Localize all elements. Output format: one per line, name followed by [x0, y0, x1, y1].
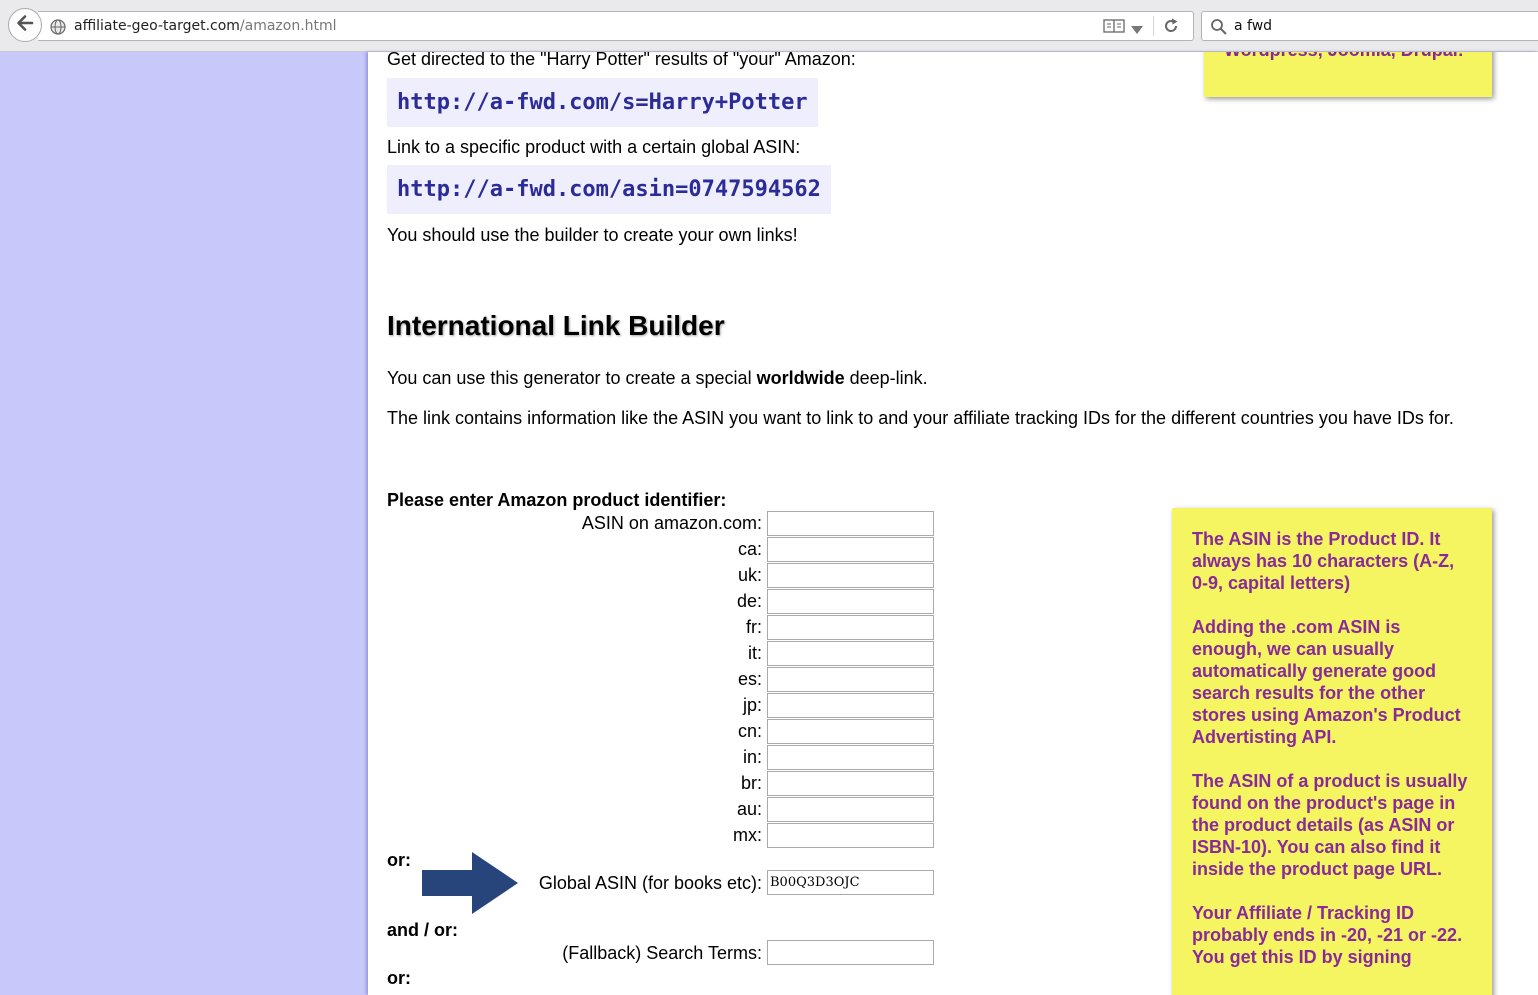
note-paragraph: The ASIN is the Product ID. It always ha…: [1192, 529, 1455, 593]
asin-field-input[interactable]: [767, 589, 934, 614]
global-asin-input[interactable]: [767, 870, 934, 895]
note-cms-text: Wordpress, Joomla, Drupal!: [1224, 52, 1464, 61]
asin-field-label: jp:: [742, 695, 762, 715]
arrow-right-icon: [422, 852, 518, 919]
builder-description: You can use this generator to create a s…: [387, 368, 928, 389]
or-label: or:: [387, 850, 411, 870]
asin-field-label: cn:: [737, 721, 762, 741]
note-paragraph: Your Affiliate / Tracking ID probably en…: [1192, 903, 1463, 967]
asin-field-label: de:: [736, 591, 762, 611]
intro-line-builder: You should use the builder to create you…: [387, 225, 798, 245]
asin-field-label: au:: [736, 799, 762, 819]
back-arrow-icon: [15, 13, 35, 38]
note-paragraph: Adding the .com ASIN is enough, we can u…: [1192, 617, 1461, 747]
asin-field-input[interactable]: [767, 511, 934, 536]
asin-field-input[interactable]: [767, 615, 934, 640]
form-title: Please enter Amazon product identifier:: [387, 490, 727, 510]
asin-field-input[interactable]: [767, 641, 934, 666]
asin-field-label: ca:: [737, 539, 762, 559]
builder-description-2: The link contains information like the A…: [387, 408, 1454, 428]
asin-field-label: in:: [742, 747, 762, 767]
asin-field-input[interactable]: [767, 667, 934, 692]
reader-view-icon[interactable]: [1103, 18, 1125, 39]
note-box-asin: The ASIN is the Product ID. It always ha…: [1172, 508, 1492, 995]
global-asin-label: Global ASIN (for books etc):: [538, 873, 762, 893]
search-input[interactable]: a fwd: [1234, 18, 1272, 34]
asin-field-input[interactable]: [767, 797, 934, 822]
desc-pre: You can use this generator to create a s…: [387, 368, 757, 388]
asin-field-label: es:: [737, 669, 762, 689]
asin-field-label: mx:: [733, 825, 762, 845]
asin-field-input[interactable]: [767, 771, 934, 796]
fallback-search-label: (Fallback) Search Terms:: [562, 943, 762, 963]
asin-field-input[interactable]: [767, 537, 934, 562]
divider: [1153, 16, 1154, 36]
url-path: /amazon.html: [239, 18, 337, 34]
search-bar[interactable]: a fwd: [1201, 11, 1538, 41]
intro-line-asin: Link to a specific product with a certai…: [387, 137, 801, 157]
browser-toolbar: affiliate-geo-target.com/amazon.html a f…: [0, 0, 1538, 52]
and-or-label: and / or:: [387, 920, 458, 940]
intro-line-harry-potter: Get directed to the "Harry Potter" resul…: [387, 52, 856, 69]
url-bar[interactable]: affiliate-geo-target.com/amazon.html: [38, 11, 1194, 41]
fallback-search-input[interactable]: [767, 940, 934, 965]
builder-heading: International Link Builder: [387, 310, 725, 341]
asin-field-label: uk:: [737, 565, 762, 585]
or-label-2: or:: [387, 968, 411, 988]
desc-bold: worldwide: [756, 368, 845, 388]
asin-field-label: fr:: [746, 617, 762, 637]
asin-field-label: ASIN on amazon.com:: [581, 513, 762, 533]
search-icon: [1210, 18, 1228, 41]
back-button[interactable]: [8, 8, 42, 42]
url-text[interactable]: affiliate-geo-target.com/amazon.html: [74, 18, 337, 34]
page-content: Get directed to the "Harry Potter" resul…: [368, 52, 1538, 995]
chevron-down-icon[interactable]: [1130, 22, 1144, 40]
url-domain: affiliate-geo-target.com: [74, 18, 240, 34]
note-box-cms: Wordpress, Joomla, Drupal!: [1204, 52, 1492, 97]
asin-field-label: br:: [740, 773, 762, 793]
asin-field-input[interactable]: [767, 563, 934, 588]
asin-field-input[interactable]: [767, 823, 934, 848]
desc-post: deep-link.: [844, 368, 928, 388]
asin-field-label: it:: [747, 643, 762, 663]
example-link-asin: http://a-fwd.com/asin=0747594562: [387, 165, 831, 214]
asin-field-input[interactable]: [767, 719, 934, 744]
asin-field-input[interactable]: [767, 693, 934, 718]
globe-icon: [50, 19, 66, 40]
asin-field-input[interactable]: [767, 745, 934, 770]
reload-icon[interactable]: [1162, 17, 1180, 40]
example-link-search: http://a-fwd.com/s=Harry+Potter: [387, 78, 818, 127]
note-paragraph: The ASIN of a product is usually found o…: [1192, 771, 1468, 879]
